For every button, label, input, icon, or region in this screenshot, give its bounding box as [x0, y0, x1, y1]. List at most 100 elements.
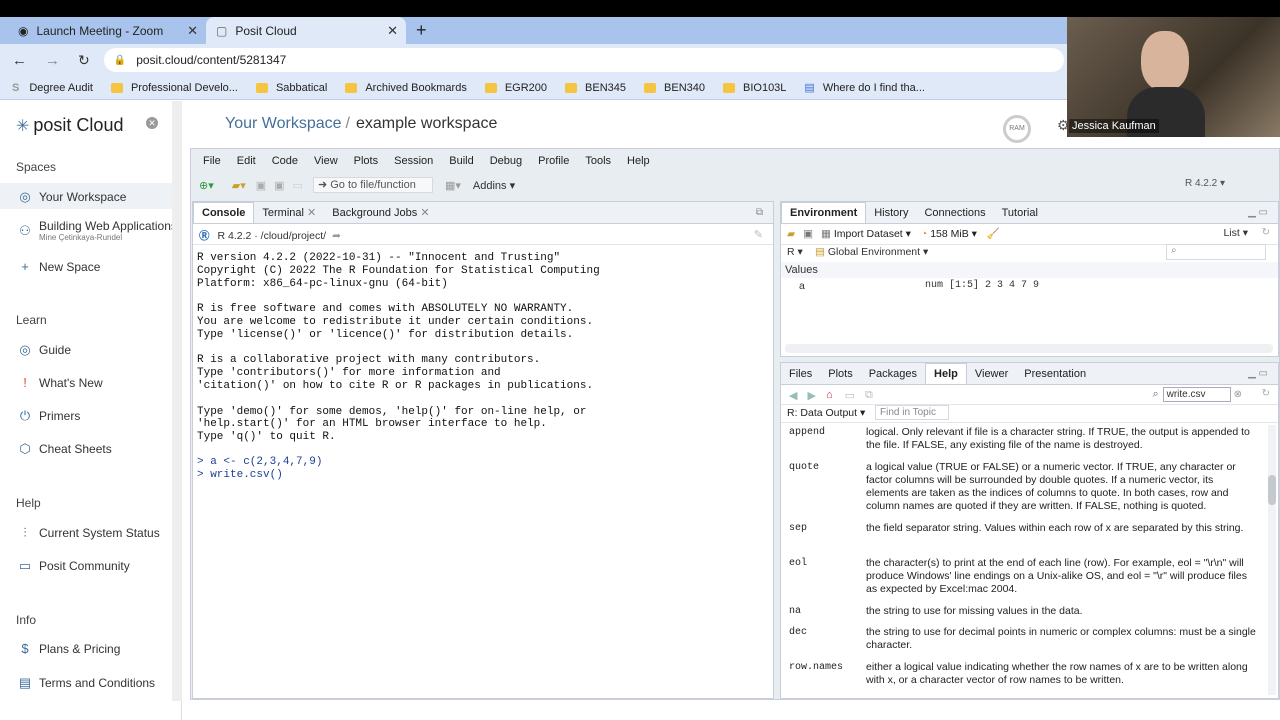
help-scrollbar[interactable]: [1268, 425, 1276, 695]
reload-icon[interactable]: ↻: [78, 52, 90, 69]
url-field[interactable]: 🔒 posit.cloud/content/5281347: [103, 48, 1064, 72]
new-tab-icon[interactable]: +: [416, 20, 427, 41]
forward-icon[interactable]: →: [45, 52, 60, 69]
load-workspace-icon[interactable]: ▰: [787, 228, 795, 240]
env-variable-name[interactable]: a: [799, 280, 805, 292]
menu-profile[interactable]: Profile: [538, 155, 569, 167]
tab-plots[interactable]: Plots: [820, 364, 860, 384]
import-dataset-menu[interactable]: ▦ Import Dataset ▾: [821, 228, 911, 240]
menu-session[interactable]: Session: [394, 155, 433, 167]
horizontal-scrollbar[interactable]: [785, 344, 1273, 353]
bookmark-ben345[interactable]: BEN345: [565, 82, 626, 94]
bookmark-where-do-i-find[interactable]: ▤ Where do I find tha...: [804, 81, 925, 95]
environment-search-input[interactable]: ⌕: [1166, 244, 1266, 260]
sidebar-item-plans-pricing[interactable]: $ Plans & Pricing: [16, 641, 120, 656]
sidebar-item-cheat-sheets[interactable]: ⬡ Cheat Sheets: [16, 441, 111, 457]
global-environment-menu[interactable]: ▤ Global Environment ▾: [815, 246, 928, 258]
language-menu[interactable]: R ▾: [787, 246, 803, 258]
tab-files[interactable]: Files: [781, 364, 820, 384]
collapse-sidebar-icon[interactable]: ✕: [146, 117, 158, 129]
sidebar-item-primers[interactable]: ⏻ Primers: [16, 408, 81, 424]
close-tab-icon[interactable]: ✕: [387, 23, 398, 39]
print-icon[interactable]: ▭: [845, 389, 855, 402]
close-icon[interactable]: ✕: [420, 207, 429, 219]
addins-menu[interactable]: Addins ▾: [473, 179, 515, 192]
bookmark-ben340[interactable]: BEN340: [644, 82, 705, 94]
home-icon[interactable]: ⌂: [826, 389, 833, 402]
save-all-icon[interactable]: ▣: [274, 179, 284, 192]
tab-help[interactable]: Help: [925, 363, 967, 384]
menu-debug[interactable]: Debug: [490, 155, 522, 167]
clear-console-icon[interactable]: ✎: [754, 228, 763, 241]
bookmark-bio103l[interactable]: BIO103L: [723, 82, 786, 94]
menu-view[interactable]: View: [314, 155, 338, 167]
menu-tools[interactable]: Tools: [585, 155, 611, 167]
view-mode-menu[interactable]: List ▾: [1223, 227, 1248, 239]
close-tab-icon[interactable]: ✕: [187, 23, 198, 39]
scroll-thumb[interactable]: [1268, 475, 1276, 505]
minimize-maximize-icon[interactable]: ▁ ▭: [1248, 368, 1268, 379]
close-icon[interactable]: ✕: [307, 207, 316, 219]
new-file-icon[interactable]: ⊕▾: [199, 179, 214, 192]
go-to-directory-icon[interactable]: ➦: [332, 230, 341, 242]
find-in-topic-input[interactable]: Find in Topic: [875, 405, 949, 420]
memory-usage[interactable]: ◔ 158 MiB ▾: [921, 228, 977, 240]
breadcrumb-your-workspace[interactable]: Your Workspace: [225, 115, 342, 133]
clear-search-icon[interactable]: ⊗: [1234, 389, 1242, 400]
tab-tutorial[interactable]: Tutorial: [994, 203, 1046, 223]
help-topic-menu[interactable]: R: Data Output ▾: [787, 407, 865, 419]
refresh-icon[interactable]: ↻: [1262, 388, 1270, 399]
save-workspace-icon[interactable]: ▣: [803, 228, 813, 240]
bookmark-sabbatical[interactable]: Sabbatical: [255, 82, 327, 94]
menu-edit[interactable]: Edit: [237, 155, 256, 167]
bookmark-egr200[interactable]: EGR200: [484, 82, 547, 94]
menu-file[interactable]: File: [203, 155, 221, 167]
tab-connections[interactable]: Connections: [916, 203, 993, 223]
maximize-pane-icon[interactable]: ⧉: [756, 207, 763, 218]
sidebar-item-terms-and-conditions[interactable]: ▤ Terms and Conditions: [16, 675, 155, 691]
sidebar-item-whats-new[interactable]: ! What's New: [16, 375, 102, 390]
tab-background-jobs[interactable]: Background Jobs ✕: [324, 202, 437, 223]
back-arrow-icon[interactable]: ◀: [789, 389, 797, 402]
menu-plots[interactable]: Plots: [354, 155, 378, 167]
sidebar-scrollbar[interactable]: [172, 101, 182, 701]
save-icon[interactable]: ▣: [256, 179, 266, 192]
tab-history[interactable]: History: [866, 203, 916, 223]
bookmark-archived-bookmards[interactable]: Archived Bookmards: [345, 82, 467, 94]
refresh-icon[interactable]: ↻: [1262, 227, 1270, 238]
grid-layout-icon[interactable]: ▦▾: [445, 179, 461, 192]
tab-viewer[interactable]: Viewer: [967, 364, 1016, 384]
sidebar-item-building-web-applications[interactable]: ⚇ Building Web Applications Mine Çetinkaya…: [16, 219, 177, 242]
menu-build[interactable]: Build: [449, 155, 473, 167]
tab-console[interactable]: Console: [193, 202, 255, 223]
sidebar-item-your-workspace[interactable]: ◎ Your Workspace: [16, 189, 126, 205]
r-version-menu[interactable]: R 4.2.2 ▾: [1185, 178, 1225, 189]
new-space-button[interactable]: + New Space: [16, 259, 100, 274]
ram-gauge[interactable]: RAM: [1003, 115, 1031, 143]
posit-cloud-logo: ✳ posit Cloud: [16, 115, 124, 135]
bookmark-professional-develo[interactable]: Professional Develo...: [110, 82, 238, 94]
tab-terminal[interactable]: Terminal ✕: [254, 202, 324, 223]
menu-code[interactable]: Code: [272, 155, 298, 167]
menu-help[interactable]: Help: [627, 155, 650, 167]
console-input[interactable]: > a <- c(2,3,4,7,9) > write.csv(): [197, 456, 322, 482]
sidebar-item-guide[interactable]: ◎ Guide: [16, 342, 71, 358]
open-window-icon[interactable]: ⧉: [865, 389, 873, 402]
tab-packages[interactable]: Packages: [861, 364, 925, 384]
tab-environment[interactable]: Environment: [781, 202, 867, 223]
forward-arrow-icon[interactable]: ▶: [807, 389, 815, 402]
minimize-maximize-icon[interactable]: ▁ ▭: [1248, 207, 1268, 218]
open-file-icon[interactable]: ▰▾: [232, 179, 246, 192]
tab-zoom[interactable]: ◉ Launch Meeting - Zoom ✕: [8, 17, 206, 44]
bookmark-degree-audit[interactable]: S Degree Audit: [12, 82, 93, 94]
tab-posit-cloud[interactable]: ▢ Posit Cloud ✕: [206, 17, 406, 44]
chat-icon: ▭: [18, 558, 32, 573]
clear-workspace-icon[interactable]: 🧹: [987, 227, 1000, 240]
print-icon[interactable]: ▭: [293, 179, 303, 192]
back-icon[interactable]: ←: [12, 52, 27, 69]
sidebar-item-current-system-status[interactable]: ⫶ Current System Status: [16, 525, 159, 541]
help-search-input[interactable]: write.csv: [1162, 387, 1231, 402]
goto-file-input[interactable]: ➜ Go to file/function: [312, 177, 433, 193]
sidebar-item-posit-community[interactable]: ▭ Posit Community: [16, 558, 130, 574]
tab-presentation[interactable]: Presentation: [1016, 364, 1094, 384]
